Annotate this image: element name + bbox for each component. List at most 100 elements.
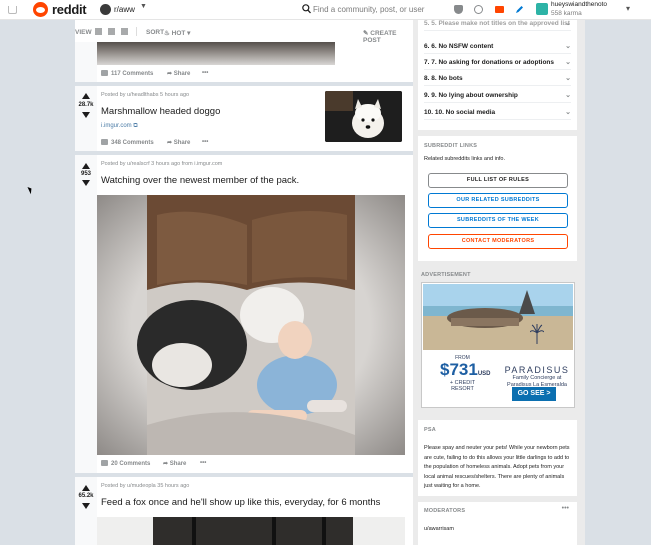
ad-image xyxy=(423,284,573,350)
contact-moderators-button[interactable]: CONTACT MODERATORS xyxy=(428,234,568,249)
dog-thumbnail-image xyxy=(325,91,402,142)
chevron-down-icon: ⌄ xyxy=(565,59,571,66)
rule-label: 5. 5. Please make not titles on the appr… xyxy=(424,20,570,27)
resort-beach-image xyxy=(423,284,573,350)
related-subreddits-button[interactable]: OUR RELATED SUBREDDITS xyxy=(428,193,568,208)
post-image[interactable] xyxy=(97,195,405,455)
vote-column: 953 xyxy=(75,155,97,473)
subreddits-of-week-button[interactable]: SUBREDDITS OF THE WEEK xyxy=(428,213,568,228)
user-name[interactable]: hueyswiandthenoto xyxy=(551,1,607,8)
comments-label: 348 Comments xyxy=(111,140,154,146)
vote-column: 28.7k xyxy=(75,86,97,151)
mouse-cursor-icon xyxy=(27,185,34,195)
post-title[interactable]: Watching over the newest member of the p… xyxy=(101,175,299,186)
button-label: CONTACT MODERATORS xyxy=(461,238,535,244)
post-card[interactable]: 953 Posted by u/realscrf 3 hours ago fro… xyxy=(75,155,413,473)
avatar[interactable] xyxy=(536,3,548,15)
share-button[interactable]: ➦ Share xyxy=(167,139,190,146)
upvote-icon[interactable] xyxy=(82,163,90,169)
shield-icon[interactable] xyxy=(454,5,463,14)
reddit-logo-icon[interactable] xyxy=(33,2,48,17)
comments-label: 117 Comments xyxy=(111,71,154,77)
chat-icon[interactable] xyxy=(474,5,483,14)
more-options-button[interactable]: ••• xyxy=(202,139,208,145)
rule-item[interactable]: 5. 5. Please make not titles on the appr… xyxy=(424,16,571,31)
post-image[interactable] xyxy=(97,517,405,545)
pencil-icon[interactable] xyxy=(515,5,524,14)
moderators-widget: MODERATORS ••• u/awarrisam xyxy=(418,502,577,545)
sort-dropdown[interactable]: ♨ HOT ▾ xyxy=(164,29,190,37)
compact-view-icon[interactable] xyxy=(121,28,128,35)
share-button[interactable]: ➦ Share xyxy=(163,460,186,467)
full-rules-button[interactable]: FULL LIST OF RULES xyxy=(428,173,568,188)
chevron-down-icon[interactable]: ▾ xyxy=(626,4,630,13)
more-options-button[interactable]: ••• xyxy=(562,505,569,512)
subreddit-links-widget: SUBREDDIT LINKS Related subreddits links… xyxy=(418,136,577,261)
rule-item[interactable]: 10. 10. No social media ⌄ xyxy=(424,105,571,120)
rule-item[interactable]: 7. 7. No asking for donations or adoptio… xyxy=(424,55,571,70)
downvote-icon[interactable] xyxy=(82,503,90,509)
button-label: OUR RELATED SUBREDDITS xyxy=(456,197,540,203)
search-icon xyxy=(302,4,311,14)
sort-value: HOT xyxy=(171,30,186,37)
fox-image xyxy=(97,517,405,545)
downvote-icon[interactable] xyxy=(82,180,90,186)
palm-logo-icon xyxy=(530,324,544,344)
dogs-and-baby-image xyxy=(137,195,355,455)
share-button[interactable]: ➦ Share xyxy=(167,70,190,77)
post-card[interactable]: 117 Comments ➦ Share ••• xyxy=(75,42,413,82)
comments-button[interactable]: 20 Comments xyxy=(101,460,150,467)
search-input[interactable] xyxy=(313,3,433,16)
post-domain[interactable]: i.imgur.com ⧉ xyxy=(101,123,138,130)
chevron-down-icon: ⌄ xyxy=(565,43,571,50)
home-icon[interactable] xyxy=(8,6,17,14)
card-view-icon[interactable] xyxy=(95,28,102,35)
post-image[interactable] xyxy=(97,42,335,65)
post-score: 953 xyxy=(80,171,91,177)
post-thumbnail[interactable] xyxy=(325,91,402,142)
comment-icon xyxy=(101,70,108,76)
moderator-name[interactable]: u/awarrisam xyxy=(424,525,454,535)
more-options-button[interactable]: ••• xyxy=(202,70,208,76)
comments-button[interactable]: 117 Comments xyxy=(101,70,153,77)
more-options-button[interactable]: ••• xyxy=(200,460,206,466)
chevron-down-icon: ⌄ xyxy=(565,92,571,99)
post-card[interactable]: 28.7k Posted by u/headlthabs 5 hours ago… xyxy=(75,86,413,151)
post-meta: Posted by u/mudeopla 35 hours ago xyxy=(101,483,190,489)
external-link-icon: ⧉ xyxy=(133,123,138,129)
ad-cta-button[interactable]: GO SEE > xyxy=(512,387,556,401)
advertisement[interactable]: FROM $731USD + CREDIT RESORT PARADISUS F… xyxy=(421,282,575,408)
section-heading: SUBREDDIT LINKS xyxy=(424,143,478,149)
psa-text: Please spay and neuter your pets! While … xyxy=(424,445,570,489)
ad-price-block: FROM $731USD + CREDIT RESORT xyxy=(440,355,491,392)
upvote-icon[interactable] xyxy=(82,485,90,491)
chevron-down-icon: ⌄ xyxy=(565,75,571,82)
upvote-icon[interactable] xyxy=(82,93,90,99)
sort-label: SORT xyxy=(146,29,165,36)
ad-brand-block: PARADISUS Family Concierge at Paradisus … xyxy=(500,347,574,389)
post-meta: Posted by u/headlthabs 5 hours ago xyxy=(101,92,190,98)
rule-item[interactable]: 9. 9. No lying about ownership ⌄ xyxy=(424,88,571,103)
ad-price-line: $731USD xyxy=(440,361,491,380)
view-bar: VIEW SORT ♨ HOT ▾ ✎ CREATE POST xyxy=(75,21,413,44)
mail-icon[interactable] xyxy=(495,6,504,13)
subreddit-name[interactable]: r/aww xyxy=(114,5,135,14)
vote-column xyxy=(75,42,97,82)
section-heading: MODERATORS xyxy=(424,508,466,514)
chevron-down-icon[interactable]: ▼ xyxy=(140,3,147,10)
post-title[interactable]: Marshmallow headed doggo xyxy=(101,106,220,117)
divider xyxy=(136,27,137,36)
comments-button[interactable]: 348 Comments xyxy=(101,139,154,146)
rule-item[interactable]: 6. 6. No NSFW content ⌄ xyxy=(424,39,571,54)
post-title[interactable]: Feed a fox once and he'll show up like t… xyxy=(101,497,380,508)
view-label: VIEW xyxy=(75,29,92,36)
post-card[interactable]: 65.2k Posted by u/mudeopla 35 hours ago … xyxy=(75,477,413,545)
app-wordmark[interactable]: reddit xyxy=(52,2,87,17)
ad-brand: PARADISUS xyxy=(504,365,570,375)
chevron-down-icon: ⌄ xyxy=(565,109,571,116)
section-heading: PSA xyxy=(424,427,436,433)
classic-view-icon[interactable] xyxy=(108,28,115,35)
rule-item[interactable]: 8. 8. No bots ⌄ xyxy=(424,71,571,86)
domain-label: i.imgur.com xyxy=(101,123,132,129)
downvote-icon[interactable] xyxy=(82,112,90,118)
